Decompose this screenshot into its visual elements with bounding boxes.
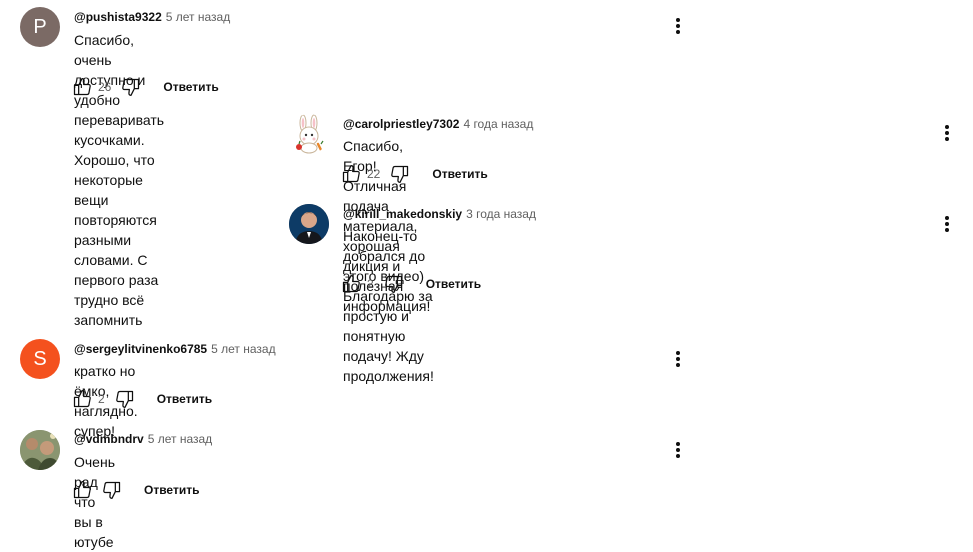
- comment-text: Спасибо, очень доступно и удобно перевар…: [74, 30, 164, 330]
- avatar[interactable]: P: [20, 7, 60, 47]
- thumbs-up-icon[interactable]: [72, 480, 92, 500]
- comment-text-line: Спасибо, очень доступно и удобно перевар…: [74, 32, 165, 208]
- more-actions-icon[interactable]: [675, 440, 681, 460]
- comment-header: @pushista9322 5 лет назад: [74, 10, 230, 24]
- comment-time[interactable]: 5 лет назад: [211, 342, 275, 356]
- comment-author[interactable]: @kirill_makedonskiy: [343, 207, 462, 221]
- thumbs-up-icon[interactable]: [72, 389, 92, 409]
- comment-time[interactable]: 3 года назад: [466, 207, 536, 221]
- comment-header: @carolpriestley7302 4 года назад: [343, 117, 533, 131]
- comment-text: Очень рад что вы в ютубе: [74, 452, 115, 552]
- comment-text-line: Очень рад что вы в ютубе: [74, 454, 115, 550]
- comment-author[interactable]: @carolpriestley7302: [343, 117, 459, 131]
- person-photo-avatar-icon: [289, 204, 329, 244]
- more-actions-icon[interactable]: [944, 214, 950, 234]
- comment-actions: 26 Ответить: [72, 77, 219, 97]
- comment-time[interactable]: 5 лет назад: [166, 10, 230, 24]
- comment-author[interactable]: @pushista9322: [74, 10, 162, 24]
- reply-button[interactable]: Ответить: [157, 392, 212, 406]
- thumbs-up-icon[interactable]: [341, 274, 361, 294]
- like-count: 2: [98, 392, 105, 406]
- reply-button[interactable]: Ответить: [144, 483, 199, 497]
- comment-text: Наконец-то добрался до этого видео) Благ…: [343, 226, 434, 386]
- comment-author[interactable]: @sergeylitvinenko6785: [74, 342, 207, 356]
- comment-actions: 22 Ответить: [341, 164, 488, 184]
- thumbs-down-icon[interactable]: [384, 274, 404, 294]
- comment-actions: Ответить: [72, 480, 199, 500]
- comment-header: @kirill_makedonskiy 3 года назад: [343, 207, 536, 221]
- reply-button[interactable]: Ответить: [426, 277, 481, 291]
- reply-button[interactable]: Ответить: [163, 80, 218, 94]
- reply-button[interactable]: Ответить: [432, 167, 487, 181]
- more-actions-icon[interactable]: [944, 123, 950, 143]
- like-count: 26: [98, 80, 112, 94]
- comment-text-line: продолжения!: [343, 368, 434, 384]
- comment-author[interactable]: @vdmbndrv: [74, 432, 144, 446]
- like-count: 22: [367, 167, 381, 181]
- bunny-avatar-icon: [296, 114, 324, 154]
- thumbs-down-icon[interactable]: [102, 480, 122, 500]
- comment-time[interactable]: 5 лет назад: [148, 432, 212, 446]
- photo-avatar-icon: [20, 430, 60, 470]
- thumbs-up-icon[interactable]: [72, 77, 92, 97]
- thumbs-up-icon[interactable]: [341, 164, 361, 184]
- avatar[interactable]: S: [20, 339, 60, 379]
- more-actions-icon[interactable]: [675, 349, 681, 369]
- thumbs-down-icon[interactable]: [121, 77, 141, 97]
- comment-text-line: Наконец-то добрался до этого видео) Благ…: [343, 228, 433, 364]
- more-actions-icon[interactable]: [675, 16, 681, 36]
- comment-time[interactable]: 4 года назад: [463, 117, 533, 131]
- comment-text-line: повторяются разными словами. С первого р…: [74, 212, 159, 328]
- comment-actions: 2 Ответить: [72, 389, 212, 409]
- avatar[interactable]: [289, 114, 329, 154]
- thumbs-down-icon[interactable]: [115, 389, 135, 409]
- comment-header: @vdmbndrv 5 лет назад: [74, 432, 212, 446]
- avatar-letter: S: [33, 347, 47, 370]
- avatar[interactable]: [289, 204, 329, 244]
- avatar[interactable]: [20, 430, 60, 470]
- comment-header: @sergeylitvinenko6785 5 лет назад: [74, 342, 276, 356]
- comment-actions: 2 Ответить: [341, 274, 481, 294]
- like-count: 2: [367, 277, 374, 291]
- avatar-letter: P: [33, 15, 47, 38]
- thumbs-down-icon[interactable]: [390, 164, 410, 184]
